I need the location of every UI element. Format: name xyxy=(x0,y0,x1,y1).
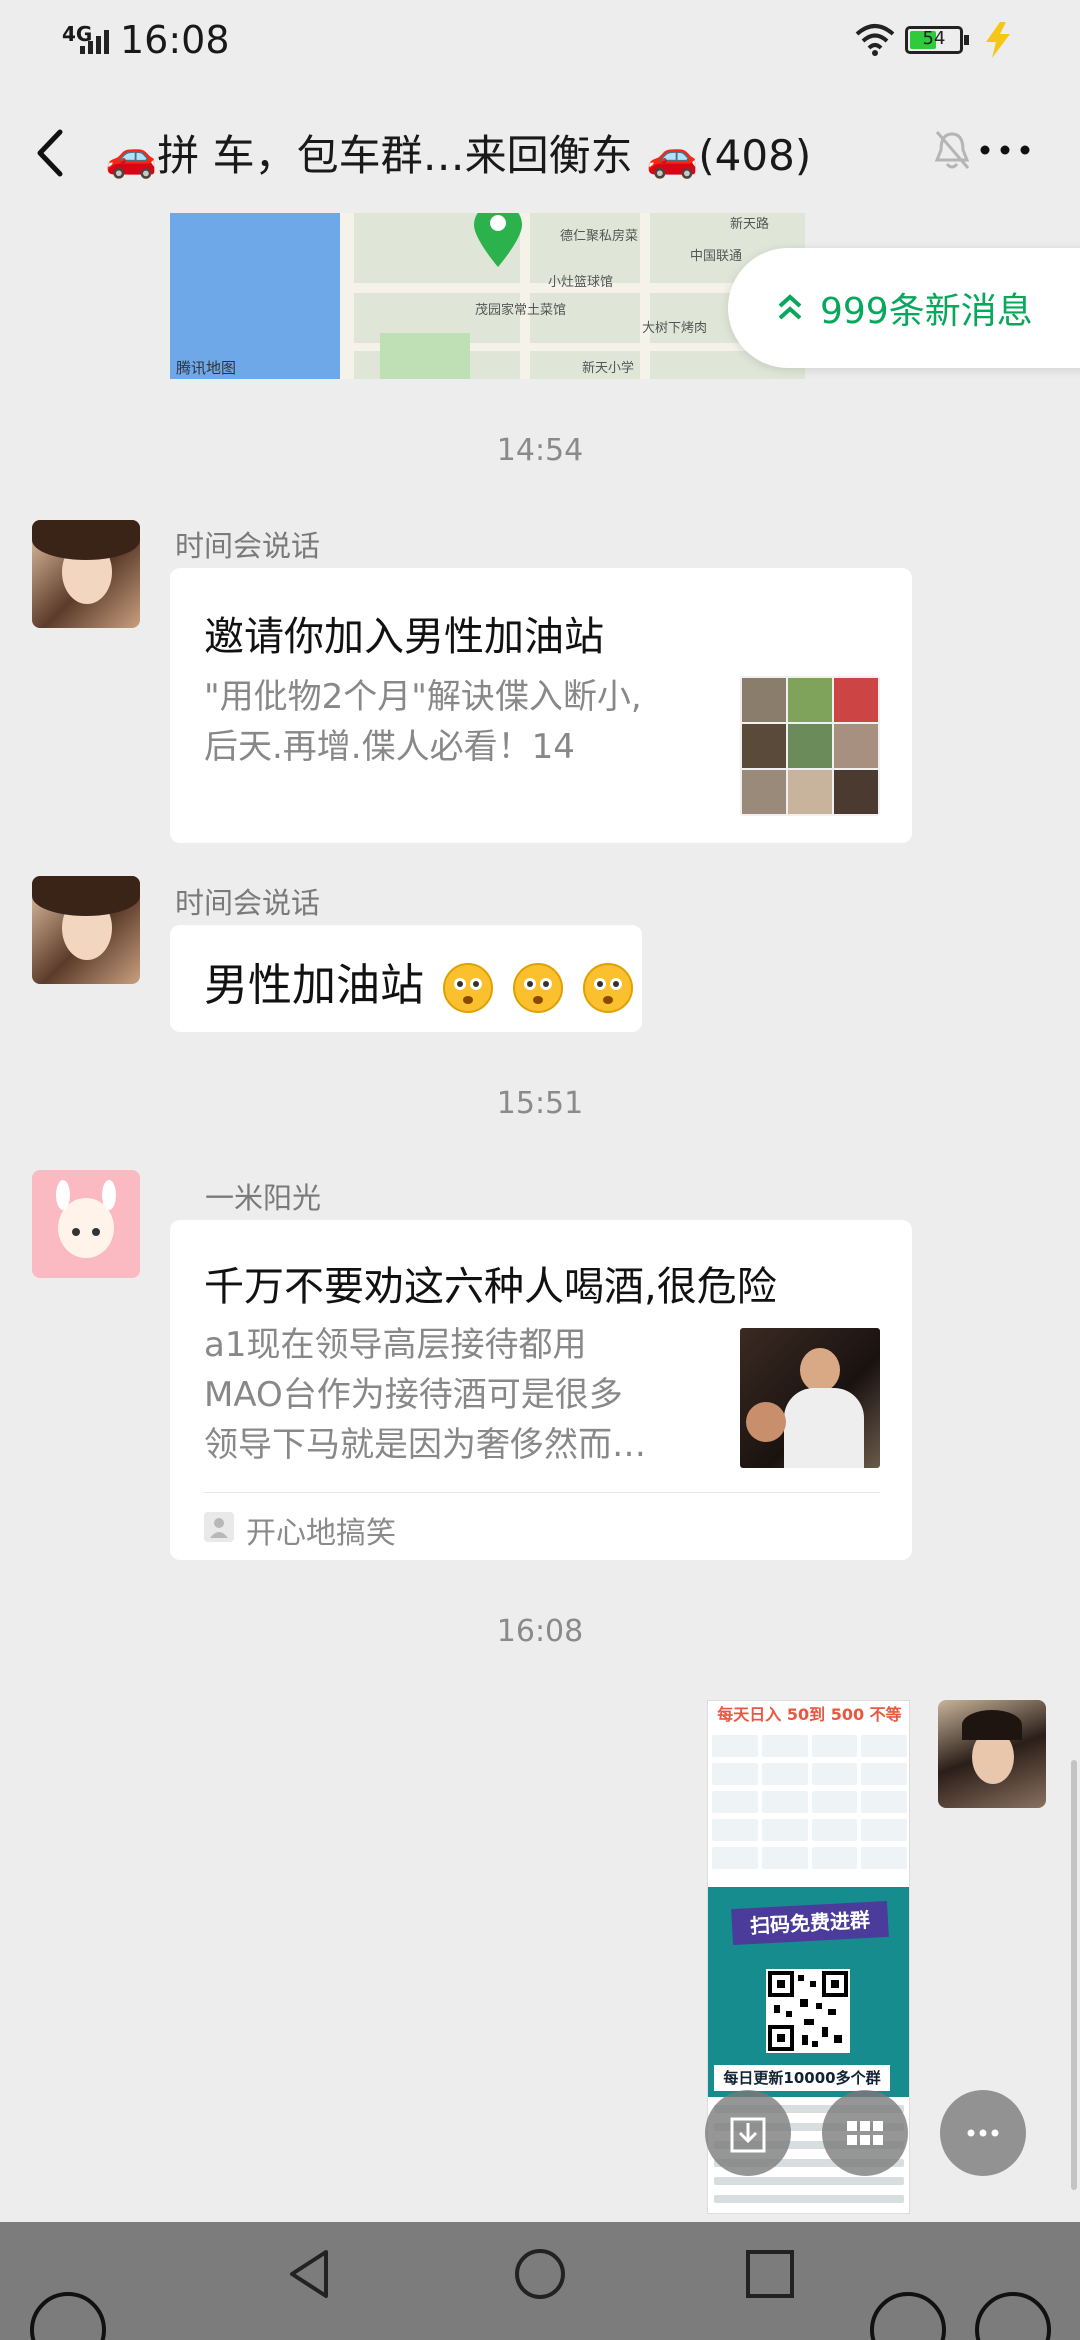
double-chevron-up-icon xyxy=(778,294,802,320)
sender-name: 时间会说话 xyxy=(175,886,321,920)
sender-name: 一米阳光 xyxy=(205,1181,322,1215)
poster-banner: 扫码免费进群 xyxy=(731,1900,889,1946)
card-description-line: a1现在领导高层接待都用 xyxy=(204,1325,587,1365)
nav-recents-icon[interactable] xyxy=(742,2246,798,2302)
nav-home-icon[interactable] xyxy=(512,2246,568,2302)
battery-icon: 54 xyxy=(905,26,963,54)
download-icon xyxy=(730,2117,766,2153)
system-navigation-bar xyxy=(0,2222,1080,2340)
chat-header: 🚗拼 车，包车群…来回衡东 🚗(408) xyxy=(0,80,1080,220)
status-bar: 4G 16:08 54 xyxy=(0,0,1080,80)
flushed-face-emoji-icon xyxy=(513,963,563,1013)
battery-level: 54 xyxy=(922,28,946,49)
card-thumbnail xyxy=(740,1328,880,1468)
more-actions-button[interactable] xyxy=(940,2090,1026,2176)
card-source: 开心地搞笑 xyxy=(246,1516,396,1551)
nav-back-icon[interactable] xyxy=(282,2246,338,2302)
ellipsis-icon xyxy=(967,2129,999,2137)
flushed-face-emoji-icon xyxy=(583,963,633,1013)
avatar[interactable] xyxy=(32,876,140,984)
map-label: 新天小学 xyxy=(582,361,635,376)
timestamp: 15:51 xyxy=(496,1086,584,1121)
scrollbar[interactable] xyxy=(1071,1760,1077,2190)
chat-title: 🚗拼 车，包车群…来回衡东 🚗(408) xyxy=(105,131,812,180)
message-text-row: 男性加油站 xyxy=(204,949,634,1014)
timestamp: 16:08 xyxy=(496,1614,584,1649)
map-water xyxy=(170,213,350,379)
text-message[interactable]: 男性加油站 xyxy=(170,925,642,1032)
location-map-card[interactable]: 德仁聚私房菜 中国联通 小灶篮球馆 茂园家常土菜馆 大树下烤肉 新天小学 新天路… xyxy=(170,213,805,379)
timestamp: 14:54 xyxy=(496,433,584,468)
card-title: 千万不要劝这六种人喝酒,很危险 xyxy=(204,1264,777,1310)
signal-icon xyxy=(80,30,109,54)
message-text: 男性加油站 xyxy=(204,960,424,1011)
map-label: 德仁聚私房菜 xyxy=(560,229,639,244)
user-icon xyxy=(204,1512,234,1542)
plus-button[interactable] xyxy=(975,2292,1051,2340)
map-label: 小灶篮球馆 xyxy=(548,275,614,290)
poster-qr-section: 扫码免费进群 每日更新10000多个群 xyxy=(708,1887,909,2097)
card-thumbnail xyxy=(740,676,880,816)
wifi-icon xyxy=(855,24,895,56)
card-title: 邀请你加入男性加油站 xyxy=(204,614,604,660)
grid-view-button[interactable] xyxy=(822,2090,908,2176)
poster-headline: 每天日入 50到 500 不等 xyxy=(717,1705,902,1724)
avatar[interactable] xyxy=(32,520,140,628)
clock: 16:08 xyxy=(120,18,230,62)
map-provider: 腾讯地图 xyxy=(176,359,237,377)
more-options-icon[interactable] xyxy=(975,128,1035,172)
map-label: 茂园家常土菜馆 xyxy=(475,303,567,318)
map-label: 中国联通 xyxy=(690,249,743,264)
new-messages-button[interactable]: 999条新消息 xyxy=(728,248,1080,368)
voice-input-button[interactable] xyxy=(30,2292,106,2340)
my-avatar[interactable] xyxy=(938,1700,1046,1808)
mute-bell-icon xyxy=(934,131,970,169)
download-button[interactable] xyxy=(705,2090,791,2176)
sender-name: 时间会说话 xyxy=(175,529,321,563)
charging-icon xyxy=(986,22,1010,58)
poster-update-label: 每日更新10000多个群 xyxy=(712,2063,892,2093)
card-description-line: MAO台作为接待酒可是很多 xyxy=(204,1375,623,1415)
link-card-message[interactable]: 邀请你加入男性加油站 "用仳物2个月"解诀偞入断小, 后天.再增.偞人必看！14 xyxy=(170,568,912,843)
emoji-button[interactable] xyxy=(870,2292,946,2340)
card-description-line: "用仳物2个月"解诀偞入断小, xyxy=(204,677,642,717)
location-pin-icon xyxy=(474,213,522,267)
map-label: 新天路 xyxy=(730,217,770,232)
battery-cap xyxy=(964,35,969,45)
poster-table xyxy=(712,1735,907,1875)
new-messages-count: 999条新消息 xyxy=(820,291,1033,332)
qr-code-icon xyxy=(766,1969,850,2053)
card-description-line: 领导下马就是因为奢侈然而… xyxy=(204,1425,646,1465)
card-divider xyxy=(204,1492,880,1493)
avatar[interactable] xyxy=(32,1170,140,1278)
grid-icon xyxy=(847,2121,883,2145)
card-description-line: 后天.再增.偞人必看！14 xyxy=(204,727,575,767)
back-icon[interactable] xyxy=(28,118,78,188)
map-label: 大树下烤肉 xyxy=(642,321,708,336)
flushed-face-emoji-icon xyxy=(443,963,493,1013)
link-card-message[interactable]: 千万不要劝这六种人喝酒,很危险 a1现在领导高层接待都用 MAO台作为接待酒可是… xyxy=(170,1220,912,1560)
